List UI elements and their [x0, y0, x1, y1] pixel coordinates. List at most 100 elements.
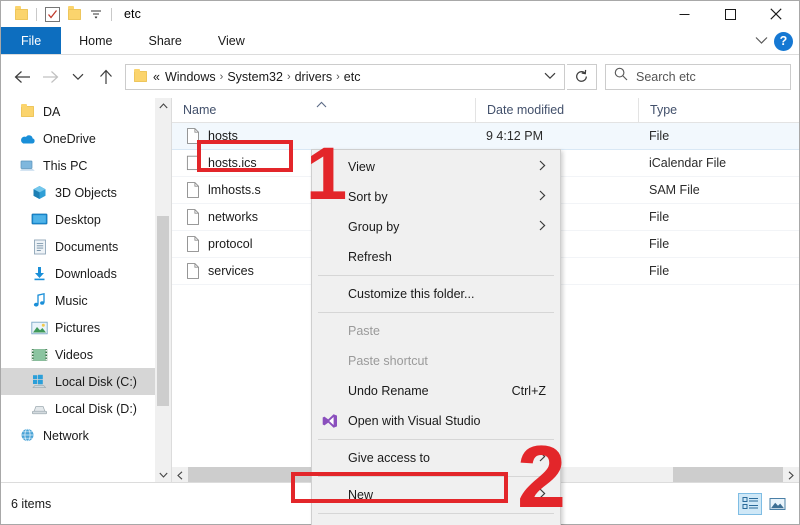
- sidebar-item-da[interactable]: DA: [1, 98, 171, 125]
- sidebar-scroll-thumb[interactable]: [157, 216, 169, 406]
- menu-item-shortcut: Ctrl+Z: [511, 384, 546, 398]
- sidebar-item-downloads[interactable]: Downloads: [1, 260, 171, 287]
- desktop-icon: [31, 211, 48, 228]
- column-header-row: Name Date modified Type: [172, 98, 799, 123]
- file-name-label: networks: [208, 210, 259, 224]
- column-header-label: Name: [183, 103, 217, 117]
- this-pc-icon: [19, 157, 36, 174]
- sidebar-scrollbar[interactable]: [155, 98, 171, 483]
- windows-drive-icon: [31, 373, 48, 390]
- breadcrumb-item-drivers[interactable]: drivers: [295, 70, 333, 84]
- hscroll-left-chevron-left-icon[interactable]: [172, 467, 188, 483]
- menu-item-refresh[interactable]: Refresh: [312, 242, 560, 272]
- menu-item-label: Customize this folder...: [348, 287, 475, 301]
- breadcrumb-separator-1[interactable]: ›: [218, 71, 226, 83]
- search-input[interactable]: Search etc: [605, 63, 791, 90]
- file-explorer-window: etc File Home Share View ? « Windows › S…: [0, 0, 800, 525]
- network-icon: [19, 427, 36, 444]
- menu-item-sort-by[interactable]: Sort by: [312, 182, 560, 212]
- up-button[interactable]: [93, 64, 119, 90]
- address-bar[interactable]: « Windows › System32 › drivers › etc: [125, 63, 565, 90]
- sidebar-item-local-disk-c[interactable]: Local Disk (C:): [1, 368, 171, 395]
- qat-properties-check-icon[interactable]: [41, 3, 63, 25]
- qat-new-folder-icon[interactable]: [63, 3, 85, 25]
- chevron-right-icon: [539, 160, 546, 174]
- sidebar-item-label: Videos: [55, 347, 93, 362]
- sidebar-item-label: DA: [43, 104, 61, 119]
- tab-home[interactable]: Home: [61, 27, 130, 54]
- sidebar-item-videos[interactable]: Videos: [1, 341, 171, 368]
- menu-item-customize-this-folder[interactable]: Customize this folder...: [312, 279, 560, 309]
- breadcrumb-item-system32[interactable]: System32: [227, 70, 283, 84]
- downloads-icon: [31, 265, 48, 282]
- file-name-label: protocol: [208, 237, 253, 251]
- menu-item-label: Sort by: [348, 190, 388, 204]
- sidebar-item-3d-objects[interactable]: 3D Objects: [1, 179, 171, 206]
- help-button[interactable]: ?: [774, 31, 793, 51]
- sidebar-item-desktop[interactable]: Desktop: [1, 206, 171, 233]
- sidebar-item-pictures[interactable]: Pictures: [1, 314, 171, 341]
- breadcrumb-separator-3[interactable]: ›: [334, 71, 342, 83]
- tab-file[interactable]: File: [1, 27, 62, 54]
- breadcrumb-item-etc[interactable]: etc: [344, 70, 361, 84]
- menu-item-group-by[interactable]: Group by: [312, 212, 560, 242]
- address-chevron-down-icon[interactable]: [544, 71, 558, 83]
- qat-customize-dropdown-icon[interactable]: [85, 3, 107, 25]
- expand-ribbon-chevron-down-icon[interactable]: [755, 32, 768, 50]
- file-name-label: services: [208, 264, 254, 278]
- close-button[interactable]: [753, 1, 799, 27]
- maximize-button[interactable]: [707, 1, 753, 27]
- breadcrumb: « Windows › System32 › drivers › etc: [149, 70, 544, 84]
- large-icons-view-icon[interactable]: [765, 493, 789, 515]
- sidebar-item-label: Pictures: [55, 320, 101, 335]
- file-name-label: hosts.ics: [208, 156, 257, 170]
- sidebar-item-this-pc[interactable]: This PC: [1, 152, 171, 179]
- search-icon: [614, 67, 628, 86]
- file-type-cell: File: [649, 264, 670, 278]
- column-header-type[interactable]: Type: [638, 98, 799, 123]
- details-view-icon[interactable]: [738, 492, 762, 515]
- address-folder-icon: [132, 68, 149, 85]
- drive-icon: [31, 400, 48, 417]
- ribbon-right-controls: ?: [755, 27, 793, 55]
- qat-folder-icon[interactable]: [10, 3, 32, 25]
- file-type-cell: iCalendar File: [649, 156, 727, 170]
- refresh-button[interactable]: [567, 63, 597, 90]
- sidebar-scroll-up-chevron-up-icon[interactable]: [155, 98, 171, 114]
- recent-locations-chevron-down-icon[interactable]: [65, 64, 91, 90]
- back-button[interactable]: [9, 64, 35, 90]
- file-type-cell: File: [649, 237, 670, 251]
- sidebar-scroll-down-chevron-down-icon[interactable]: [155, 467, 171, 483]
- column-header-date-modified[interactable]: Date modified: [475, 98, 638, 123]
- file-name-label: hosts: [208, 129, 238, 143]
- forward-button[interactable]: [37, 64, 63, 90]
- tab-share[interactable]: Share: [131, 27, 200, 54]
- minimize-button[interactable]: [661, 1, 707, 27]
- breadcrumb-overflow-icon[interactable]: «: [149, 70, 163, 84]
- file-icon: [186, 182, 200, 198]
- menu-item-label: Paste: [348, 324, 380, 338]
- sidebar-item-onedrive[interactable]: OneDrive: [1, 125, 171, 152]
- file-type-cell: File: [649, 129, 670, 143]
- table-row[interactable]: hosts 9 4:12 PM File: [172, 123, 799, 150]
- menu-item-label: Refresh: [348, 250, 392, 264]
- hscroll-right-chevron-right-icon[interactable]: [783, 467, 799, 483]
- breadcrumb-item-windows[interactable]: Windows: [165, 70, 216, 84]
- search-placeholder: Search etc: [636, 69, 696, 84]
- sidebar-item-music[interactable]: Music: [1, 287, 171, 314]
- sidebar-item-documents[interactable]: Documents: [1, 233, 171, 260]
- column-header-name[interactable]: Name: [172, 98, 475, 123]
- menu-item-undo-rename[interactable]: Undo Rename Ctrl+Z: [312, 376, 560, 406]
- title-bar: etc: [1, 1, 799, 27]
- breadcrumb-separator-2[interactable]: ›: [285, 71, 293, 83]
- menu-item-paste-shortcut[interactable]: Paste shortcut: [312, 346, 560, 376]
- hscroll-track-right[interactable]: [673, 467, 783, 483]
- qat-divider: [36, 7, 37, 21]
- menu-item-view[interactable]: View: [312, 152, 560, 182]
- sidebar-item-network[interactable]: Network: [1, 422, 171, 449]
- documents-icon: [31, 238, 48, 255]
- menu-item-paste[interactable]: Paste: [312, 316, 560, 346]
- annotation-number-one: 1: [306, 132, 348, 215]
- tab-view[interactable]: View: [200, 27, 263, 54]
- sidebar-item-local-disk-d[interactable]: Local Disk (D:): [1, 395, 171, 422]
